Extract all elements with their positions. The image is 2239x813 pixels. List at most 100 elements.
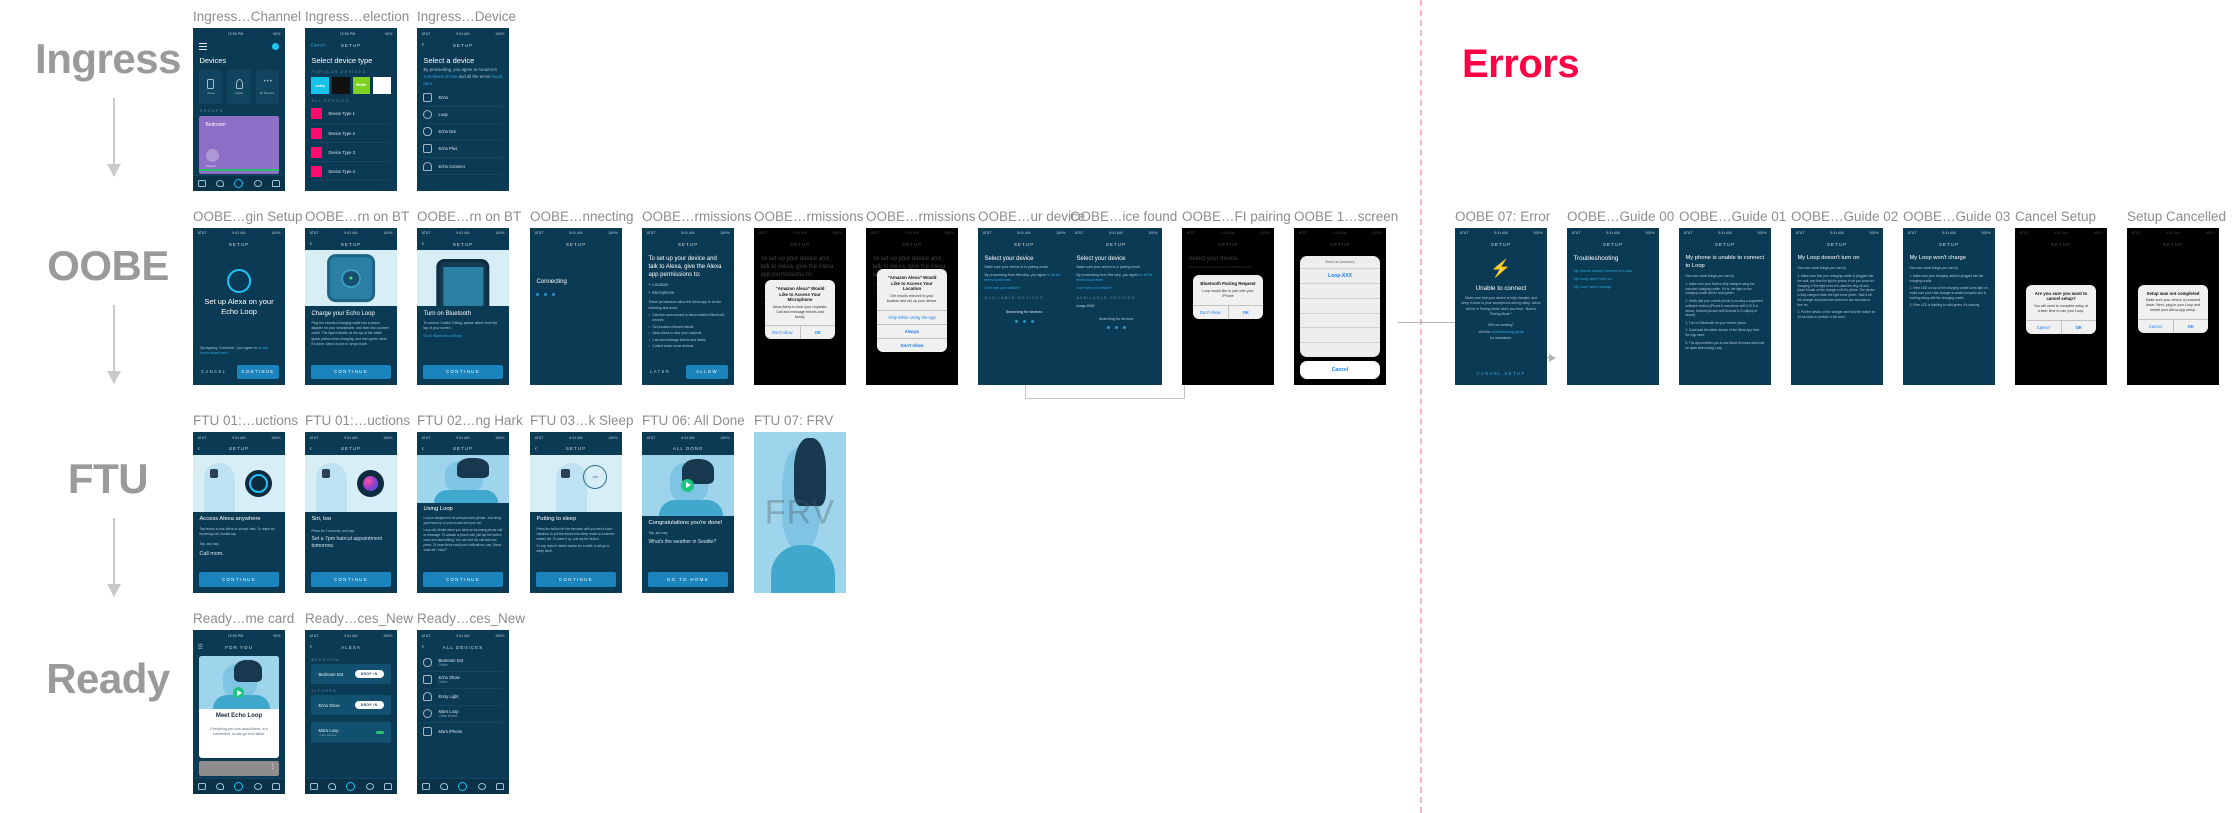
phone-surface[interactable]: AT&T 9:41 AM 100% ALL DONE Congratulatio… xyxy=(642,432,734,593)
drop-in-button[interactable]: DROP IN xyxy=(354,701,384,710)
back-icon[interactable]: ‹ xyxy=(422,241,425,248)
continue-button[interactable]: CONTINUE xyxy=(423,364,503,379)
phone-surface[interactable]: AT&T 9:41 AM 100% ‹ SETUP zzz Putting to… xyxy=(530,432,622,593)
ok-button[interactable]: OK xyxy=(799,326,835,340)
tile-all-devices[interactable]: ••• All Devices xyxy=(255,69,279,104)
tab-alexa-icon[interactable] xyxy=(234,178,244,188)
phone-surface[interactable]: AT&T 9:41 AM 100% SETUP Select your devi… xyxy=(1182,228,1274,385)
group-card-bedroom[interactable]: Bedroom Drop In xyxy=(199,115,279,174)
tab-bar[interactable] xyxy=(305,777,397,794)
cancel-button[interactable]: CANCEL xyxy=(199,369,226,374)
legal-link[interactable]: Conditions of Use xyxy=(423,74,457,79)
phone-surface[interactable]: 12:00 PM 90% Cancel SETUP Select device … xyxy=(305,28,397,191)
phone-surface[interactable]: FRV xyxy=(754,432,846,593)
phone-surface[interactable]: AT&T 9:41 AM 100% SETUP To set up your d… xyxy=(754,228,846,385)
list-item[interactable]: Entry Light xyxy=(423,689,503,706)
list-item[interactable]: Mia's iPhone xyxy=(423,723,502,739)
brand-echo[interactable]: echo xyxy=(311,76,329,94)
cancel-setup-button[interactable]: CANCEL SETUP xyxy=(1455,371,1547,376)
list-item[interactable]: Echo Connect xyxy=(423,158,503,176)
tab-communicate-icon[interactable] xyxy=(216,179,225,187)
phone-surface[interactable]: AT&T 9:41 AM 100% SETUP Connecting xyxy=(530,228,622,385)
always-button[interactable]: Always xyxy=(877,323,947,338)
back-icon[interactable]: ‹ xyxy=(422,644,425,651)
list-item[interactable]: Echo Dot xyxy=(423,124,503,141)
phone-surface[interactable]: AT&T 9:41 AM 100% SETUP Troubleshooting … xyxy=(1567,228,1659,385)
phone-surface[interactable]: AT&T 9:41 AM 100% SETUP Select your devi… xyxy=(1070,228,1162,385)
drop-in-control[interactable]: Drop In xyxy=(206,148,220,168)
tab-alexa-icon[interactable] xyxy=(234,781,244,791)
tab-bar[interactable] xyxy=(193,174,285,191)
phone-surface[interactable]: AT&T 9:41 AM 100% ‹ SETUP Siri, too Pres… xyxy=(305,432,397,593)
dont-allow-button[interactable]: Don't Allow xyxy=(765,326,799,339)
dont-allow-button[interactable]: Don't Allow xyxy=(877,337,947,352)
phone-surface[interactable]: AT&T 9:41 AM 100% ‹ SETUP Charge your Ec… xyxy=(305,228,397,385)
cancel-button[interactable]: Cancel xyxy=(1300,360,1380,379)
list-item[interactable]: Device Type 4 xyxy=(311,162,391,182)
phone-surface[interactable]: AT&T 9:41 AM 100% SETUP Set up Alexa on … xyxy=(193,228,285,385)
continue-button[interactable]: CONTINUE xyxy=(199,572,279,587)
allow-button[interactable]: ALLOW xyxy=(686,364,728,379)
help-link[interactable]: Don't see your device? xyxy=(1076,286,1155,291)
ok-button[interactable]: OK xyxy=(2060,320,2096,334)
tab-home-icon[interactable] xyxy=(198,782,207,790)
phone-surface[interactable]: AT&T 9:41 AM 100% SETUP To set up your d… xyxy=(642,228,734,385)
tab-communicate-icon[interactable] xyxy=(328,782,337,790)
cancel-button[interactable]: Cancel xyxy=(2026,321,2060,334)
brand-wemo[interactable]: WeMo xyxy=(352,76,371,94)
setup-cancelled-dialog[interactable]: Setup was not completed Make sure your d… xyxy=(2138,284,2208,333)
help-link[interactable]: Don't see your device? xyxy=(984,286,1063,291)
found-device-item[interactable]: Loop-XXX xyxy=(1076,303,1155,309)
tab-devices-icon[interactable] xyxy=(271,782,280,790)
tab-devices-icon[interactable] xyxy=(383,782,392,790)
list-item[interactable]: Mia's Loop • New Device xyxy=(423,706,503,723)
tab-home-icon[interactable] xyxy=(310,782,319,790)
tab-alexa-icon[interactable] xyxy=(346,781,356,791)
continue-button[interactable]: CONTINUE xyxy=(237,364,279,379)
back-icon[interactable]: ‹ xyxy=(198,445,201,452)
tile-lights[interactable]: Lights xyxy=(227,69,251,104)
dont-allow-button[interactable]: Don't Allow xyxy=(1193,306,1227,319)
overflow-menu-icon[interactable]: ⋮ xyxy=(269,764,275,770)
back-icon[interactable]: ‹ xyxy=(310,644,313,651)
tab-play-icon[interactable] xyxy=(477,782,486,790)
brand-tplink[interactable] xyxy=(373,76,391,94)
back-icon[interactable]: ‹ xyxy=(310,241,313,248)
tab-devices-icon[interactable] xyxy=(495,782,504,790)
troubleshooting-link[interactable]: My phone cannot connect to Loop. xyxy=(1573,268,1652,273)
play-button[interactable] xyxy=(232,686,244,699)
tab-alexa-icon[interactable] xyxy=(458,781,468,791)
phone-surface[interactable]: AT&T 9:41 AM 100% ‹ SETUP Select a devic… xyxy=(417,28,509,191)
list-item[interactable]: Loop xyxy=(423,107,503,124)
accessory-item[interactable]: Loop-XXX xyxy=(1300,269,1380,284)
tab-communicate-icon[interactable] xyxy=(440,782,449,790)
back-icon[interactable]: ‹ xyxy=(422,42,425,49)
phone-surface[interactable]: AT&T 9:41 AM 100% ‹ ALL DEVICES Bedroom … xyxy=(417,630,509,794)
continue-button[interactable]: CONTINUE xyxy=(536,572,616,587)
phone-surface[interactable]: AT&T 9:41 AM 100% SETUP To set up your d… xyxy=(866,228,958,385)
accessory-picker-sheet[interactable]: Select an Accessory Loop-XXX Cancel xyxy=(1300,256,1380,379)
location-permission-dialog[interactable]: “Amazon Alexa” Would Like to Access Your… xyxy=(877,268,947,352)
phone-surface[interactable]: AT&T 9:41 AM 100% ‹ SETUP Turn on Blueto… xyxy=(417,228,509,385)
continue-button[interactable]: CONTINUE xyxy=(423,572,503,587)
welcome-card[interactable]: Meet Echo Loop Everything you love about… xyxy=(198,656,280,758)
troubleshooting-link[interactable]: My Loop won't charge. xyxy=(1573,284,1652,289)
phone-surface[interactable]: AT&T 9:41 AM 100% SETUP My phone is unab… xyxy=(1679,228,1771,385)
cancel-button[interactable]: Cancel xyxy=(311,43,326,48)
bt-pairing-dialog[interactable]: Bluetooth Pairing Request Loop would lik… xyxy=(1193,275,1263,319)
list-item[interactable]: Bedroom Dot Online xyxy=(423,655,503,672)
mic-permission-dialog[interactable]: “Amazon Alexa” Would Like to Access Your… xyxy=(765,279,835,340)
list-item[interactable]: Device Type 1 xyxy=(311,105,391,124)
placeholder-card[interactable]: ⋮ xyxy=(198,761,280,776)
cancel-button[interactable]: Cancel xyxy=(2138,320,2172,333)
list-item[interactable]: Device Type 3 xyxy=(311,143,391,163)
ok-button[interactable]: OK xyxy=(2172,319,2208,333)
brand-hue[interactable] xyxy=(331,76,350,94)
back-icon[interactable]: ‹ xyxy=(310,445,313,452)
phone-surface[interactable]: AT&T 9:41 AM 100% SETUP Are you sure you… xyxy=(2015,228,2107,385)
continue-button[interactable]: CONTINUE xyxy=(311,364,391,379)
phone-surface[interactable]: AT&T 9:41 AM 100% SETUP My Loop doesn't … xyxy=(1791,228,1883,385)
drop-in-button[interactable]: DROP IN xyxy=(354,670,384,679)
troubleshooting-link[interactable]: My Loop won't turn on. xyxy=(1573,276,1652,281)
tile-alexa[interactable]: Alexa xyxy=(199,69,223,104)
